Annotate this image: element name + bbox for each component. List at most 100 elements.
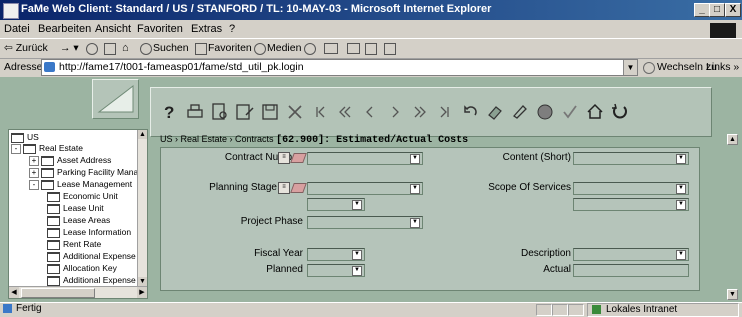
eraser-icon[interactable] [290,153,307,163]
print-icon[interactable] [347,43,360,54]
dropdown-icon[interactable]: ▼ [676,250,686,260]
collapse-icon[interactable]: - [11,143,21,154]
tree-node-parking-facility[interactable]: + Parking Facility Manage [29,167,147,178]
page-back-icon[interactable] [334,101,356,123]
favorites-icon[interactable] [195,43,207,55]
scroll-thumb[interactable] [21,288,95,298]
planning-stage-field[interactable]: ▼ [307,182,423,195]
tree-node-real-estate[interactable]: - Real Estate [11,143,83,154]
query-icon[interactable] [509,101,531,123]
help-icon[interactable]: ? [159,101,181,123]
history-icon[interactable] [304,43,316,55]
delete-icon[interactable] [284,101,306,123]
menu-bearbeiten[interactable]: Bearbeiten [38,23,91,35]
back-button[interactable]: ⇦ Zurück [4,42,48,54]
address-input[interactable]: http://fame17/t001-fameasp01/fame/std_ut… [41,59,638,76]
scroll-down-icon[interactable]: ▼ [727,289,738,300]
project-phase-field[interactable]: ▼ [307,216,423,229]
tree-node-lease-unit[interactable]: Lease Unit [47,203,104,214]
last-record-icon[interactable] [434,101,456,123]
save-icon[interactable] [259,101,281,123]
tree-node-economic-unit[interactable]: Economic Unit [47,191,118,202]
tree-horizontal-scrollbar[interactable]: ◀ ▶ [9,286,147,298]
scroll-left-icon[interactable]: ◀ [9,287,19,298]
tree-node-lease-information[interactable]: Lease Information [47,227,131,238]
edit-record-icon[interactable] [234,101,256,123]
scroll-right-icon[interactable]: ▶ [137,287,147,298]
home-icon[interactable]: ⌂ [122,42,129,54]
tree-node-asset-address[interactable]: + Asset Address [29,155,111,166]
edit-icon[interactable] [365,43,377,55]
scroll-up-icon[interactable]: ▲ [138,130,147,139]
tree-node-lease-areas[interactable]: Lease Areas [47,215,110,226]
dropdown-icon[interactable]: ▼ [676,184,686,194]
lookup-icon[interactable]: ≡ [278,152,290,164]
media-button[interactable]: Medien [267,42,301,54]
print-icon[interactable] [184,101,206,123]
planning-stage-code-field[interactable]: ▼ [307,198,365,211]
next-record-icon[interactable] [384,101,406,123]
page-vertical-scrollbar[interactable]: ▲ ▼ [722,77,742,302]
home-icon[interactable] [584,101,606,123]
dropdown-icon[interactable]: ▼ [352,200,362,210]
eraser-icon[interactable] [290,183,307,193]
tree-node-allocation-key[interactable]: Allocation Key [47,263,117,274]
planned-field[interactable]: ▼ [307,264,365,277]
stop-icon[interactable] [86,43,98,55]
collapse-icon[interactable]: - [29,179,39,190]
dropdown-icon[interactable]: ▼ [676,200,686,210]
scope-of-services-field[interactable]: ▼ [573,182,689,195]
tree-vertical-scrollbar[interactable]: ▲ ▼ [137,130,147,286]
refresh-icon[interactable] [104,43,116,55]
clear-icon[interactable] [484,101,506,123]
scroll-up-icon[interactable]: ▲ [727,134,738,145]
tree-node-us[interactable]: US [11,132,39,143]
dropdown-icon[interactable]: ▼ [410,154,420,164]
dropdown-icon[interactable]: ▼ [352,266,362,276]
lookup-icon[interactable]: ≡ [278,182,290,194]
menu-extras[interactable]: Extras [191,23,222,35]
tree-node-additional-expense-2[interactable]: Additional Expense [47,275,136,286]
close-button[interactable]: X [725,3,741,17]
discuss-icon[interactable] [384,43,396,55]
actual-field[interactable] [573,264,689,277]
address-url[interactable]: http://fame17/t001-fameasp01/fame/std_ut… [59,61,304,73]
fiscal-year-field[interactable]: ▼ [307,248,365,261]
scroll-down-icon[interactable]: ▼ [138,277,147,286]
dropdown-icon[interactable]: ▼ [676,154,686,164]
page-forward-icon[interactable] [409,101,431,123]
minimize-button[interactable]: _ [694,3,710,17]
go-arrow-icon[interactable] [643,62,655,74]
breadcrumb-path[interactable]: US › Real Estate › Contracts [160,134,274,144]
stop-record-icon[interactable] [534,101,556,123]
dropdown-icon[interactable]: ▼ [410,218,420,228]
search-button[interactable]: Suchen [153,42,189,54]
contract-number-field[interactable]: ▼ [307,152,423,165]
confirm-check-icon[interactable] [559,101,581,123]
description-field[interactable]: ▼ [573,248,689,261]
links-button[interactable]: Links » [706,61,739,73]
content-short-field[interactable]: ▼ [573,152,689,165]
search-icon[interactable] [140,43,152,55]
media-icon[interactable] [254,43,266,55]
previous-record-icon[interactable] [359,101,381,123]
tree-node-lease-management[interactable]: - Lease Management [29,179,132,190]
refresh-icon[interactable] [609,101,631,123]
favorites-button[interactable]: Favoriten [208,42,252,54]
maximize-button[interactable]: □ [709,3,725,17]
tree-node-additional-expense[interactable]: Additional Expense [47,251,136,262]
preview-icon[interactable] [209,101,231,123]
first-record-icon[interactable] [309,101,331,123]
dropdown-icon[interactable]: ▼ [352,250,362,260]
menu-help[interactable]: ? [229,23,235,35]
expand-icon[interactable]: + [29,167,39,178]
forward-button[interactable]: → ▾ [60,42,79,54]
expand-icon[interactable]: + [29,155,39,166]
tree-node-rent-rate[interactable]: Rent Rate [47,239,101,250]
address-dropdown-icon[interactable]: ▼ [623,60,637,75]
menu-ansicht[interactable]: Ansicht [95,23,131,35]
scope-of-services-field-2[interactable]: ▼ [573,198,689,211]
dropdown-icon[interactable]: ▼ [410,184,420,194]
menu-favoriten[interactable]: Favoriten [137,23,183,35]
mail-icon[interactable] [324,43,338,54]
